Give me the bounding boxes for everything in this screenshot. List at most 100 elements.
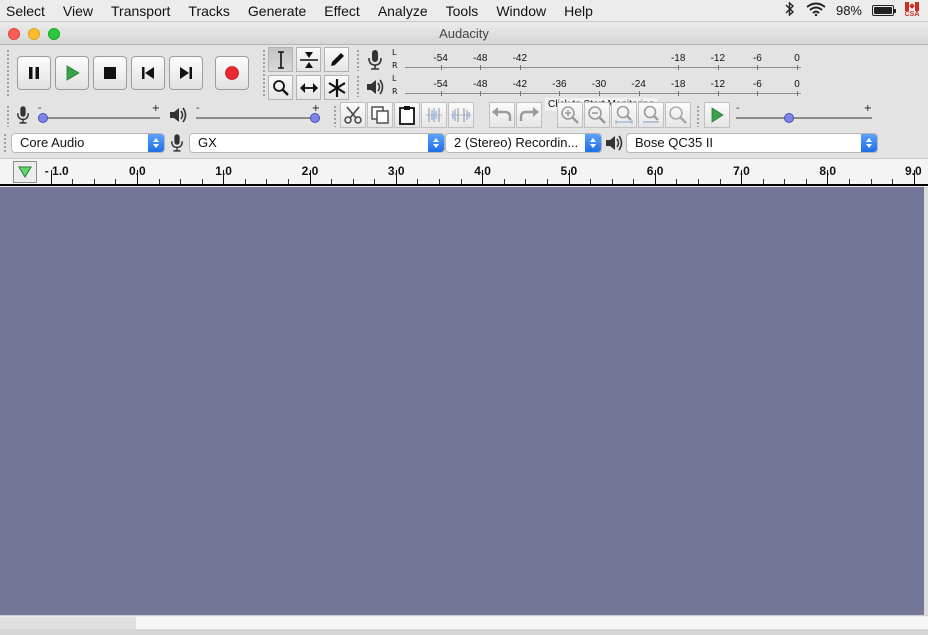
chevron-updown-icon [428, 134, 444, 152]
record-meter-scale[interactable]: -54 -48 -42 -18 -12 -6 0 [405, 49, 801, 71]
track-panel[interactable] [0, 187, 924, 615]
timeline-quick-play-toggle[interactable] [13, 161, 37, 183]
menu-view[interactable]: View [54, 0, 102, 22]
playback-meter-scale[interactable]: -54 -48 -42 -36 -30 -24 -18 -12 -6 0 [405, 75, 801, 97]
play-at-speed-slider[interactable]: - + [736, 104, 872, 125]
edit-toolbar-grip[interactable] [333, 105, 337, 127]
zoom-out-button[interactable] [584, 102, 610, 128]
stop-button[interactable] [93, 56, 127, 90]
menu-tracks[interactable]: Tracks [179, 0, 238, 22]
draw-tool[interactable] [324, 47, 349, 72]
menu-transport[interactable]: Transport [102, 0, 179, 22]
bluetooth-icon[interactable] [784, 1, 796, 20]
skip-to-start-button[interactable] [131, 56, 165, 90]
zoom-tool[interactable] [268, 75, 293, 100]
playback-meter-grip[interactable] [356, 75, 360, 97]
vertical-scrollbar[interactable] [924, 187, 928, 615]
tools-toolbar-grip[interactable] [262, 49, 266, 97]
record-meter-tick-label: -18 [670, 53, 686, 64]
record-icon [225, 66, 239, 80]
play-at-speed-icon [711, 107, 724, 123]
timeline-minor-tick [460, 179, 462, 184]
play-button[interactable] [55, 56, 89, 90]
playback-meter-tick-label: -48 [472, 79, 488, 90]
battery-icon[interactable] [872, 5, 896, 16]
canada-flag-icon[interactable]: CSA [904, 1, 920, 20]
redo-button[interactable] [516, 102, 542, 128]
record-volume-slider[interactable]: - + [38, 104, 160, 125]
playhead-triangle-icon [18, 166, 32, 178]
play-at-speed-button[interactable] [704, 102, 730, 128]
pause-button[interactable] [17, 56, 51, 90]
selection-tool[interactable] [268, 47, 293, 72]
timeline-minor-tick [158, 179, 160, 184]
battery-percent[interactable]: 98% [836, 3, 862, 18]
menu-generate[interactable]: Generate [239, 0, 315, 22]
menu-help[interactable]: Help [555, 0, 602, 22]
recording-channels-select[interactable]: 2 (Stereo) Recordin... [445, 133, 602, 153]
timeline-minor-tick [352, 179, 354, 184]
speaker-icon [367, 79, 384, 95]
menu-analyze[interactable]: Analyze [369, 0, 437, 22]
skip-to-end-button[interactable] [169, 56, 203, 90]
timeline-label: - 1.0 [44, 164, 69, 178]
zoom-in-button[interactable] [557, 102, 583, 128]
audio-host-select[interactable]: Core Audio [11, 133, 165, 153]
multi-tool[interactable] [324, 75, 349, 100]
scissors-icon [344, 106, 362, 124]
playback-volume-thumb[interactable] [310, 113, 320, 123]
timeline-minor-tick [244, 179, 246, 184]
copy-button[interactable] [367, 102, 393, 128]
paste-button[interactable] [394, 102, 420, 128]
record-meter-grip[interactable] [356, 49, 360, 71]
trim-audio-button[interactable] [421, 102, 447, 128]
record-meter-tick-label: -12 [710, 53, 726, 64]
record-volume-thumb[interactable] [38, 113, 48, 123]
window-title: Audacity [439, 26, 489, 41]
trim-icon [426, 108, 442, 122]
device-toolbar-grip[interactable] [3, 133, 7, 153]
timeline-minor-tick [892, 179, 894, 184]
play-at-speed-track [736, 117, 872, 119]
chevron-updown-icon [861, 134, 877, 152]
menu-effect[interactable]: Effect [315, 0, 369, 22]
timeline-ruler[interactable]: - 1.0 0.0 1.0 2.0 3.0 4.0 5.0 6.0 7.0 8.0 9.0 [0, 158, 928, 186]
record-meter-button[interactable] [364, 48, 386, 72]
zoom-tool-icon [272, 79, 289, 96]
playback-meter-tick-mark [519, 91, 521, 96]
timeline-minor-tick [503, 179, 505, 184]
playback-meter-button[interactable] [364, 75, 386, 99]
recording-channels-value: 2 (Stereo) Recordin... [454, 135, 579, 150]
menu-tools[interactable]: Tools [437, 0, 488, 22]
timeline-minor-tick [676, 179, 678, 184]
horizontal-scrollbar[interactable] [0, 615, 928, 629]
envelope-tool[interactable] [296, 47, 321, 72]
microphone-icon [368, 50, 382, 70]
playback-device-select[interactable]: Bose QC35 II [626, 133, 878, 153]
timeline-minor-tick [93, 179, 95, 184]
fit-project-button[interactable] [638, 102, 664, 128]
timeshift-tool[interactable] [296, 75, 321, 100]
timeline-minor-tick [611, 179, 613, 184]
menu-window[interactable]: Window [487, 0, 555, 22]
undo-button[interactable] [489, 102, 515, 128]
wifi-icon[interactable] [806, 2, 826, 19]
cut-button[interactable] [340, 102, 366, 128]
playback-volume-slider[interactable]: - + [196, 104, 320, 125]
record-button[interactable] [215, 56, 249, 90]
mixer-toolbar-grip[interactable] [6, 105, 10, 127]
fit-selection-button[interactable] [611, 102, 637, 128]
zoom-toggle-button[interactable] [665, 102, 691, 128]
play-at-speed-grip[interactable] [696, 105, 700, 127]
play-at-speed-thumb[interactable] [783, 113, 794, 123]
timeline-minor-tick [72, 179, 74, 184]
playback-meter-tick-label: -42 [512, 79, 528, 90]
timeline-minor-tick [697, 179, 699, 184]
timeline-minor-tick [590, 179, 592, 184]
menu-select[interactable]: Select [0, 0, 54, 22]
silence-audio-button[interactable] [448, 102, 474, 128]
recording-device-select[interactable]: GX [189, 133, 445, 153]
horizontal-scrollbar-thumb[interactable] [136, 617, 928, 629]
chevron-updown-icon [585, 134, 601, 152]
transport-toolbar-grip[interactable] [6, 49, 10, 97]
